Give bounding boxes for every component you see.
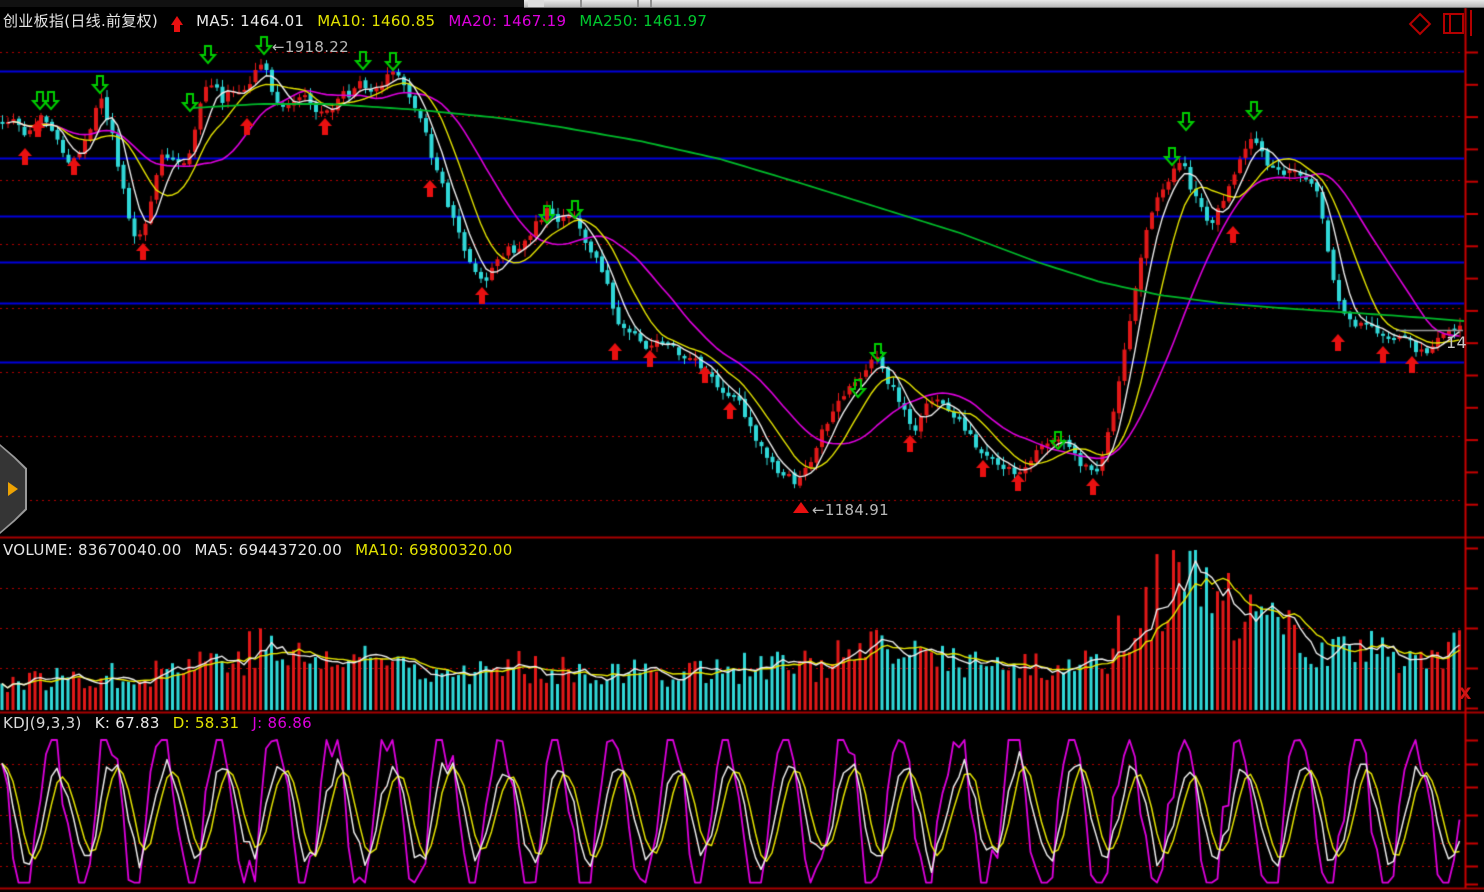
low-price-label: ←1184.91 — [812, 501, 889, 519]
symbol-title: 创业板指(日线.前复权) — [3, 10, 158, 31]
trading-app-window: 创业板指(日线.前复权) MA5: 1464.01 MA10: 1460.85 … — [0, 0, 1484, 892]
top-strip-separator — [580, 0, 582, 7]
ma250-value: MA250: 1461.97 — [579, 12, 707, 30]
kdj-header: KDJ(9,3,3) K: 67.83 D: 58.31 J: 86.86 — [3, 714, 312, 732]
top-strip-separator — [637, 0, 639, 7]
top-strip-light — [524, 0, 1484, 8]
ma20-value: MA20: 1467.19 — [448, 12, 566, 30]
axis-stub — [1470, 10, 1472, 36]
last-price-label: 14 — [1446, 333, 1467, 352]
ma5-value: MA5: 1464.01 — [196, 12, 304, 30]
top-window-strip — [0, 0, 1484, 7]
split-window-icon[interactable] — [1443, 13, 1464, 34]
volume-value: VOLUME: 83670040.00 — [3, 541, 182, 559]
top-strip-separator — [650, 0, 652, 7]
chart-canvas[interactable] — [0, 0, 1484, 892]
kdj-k-value: K: 67.83 — [95, 714, 160, 732]
volume-ma5-value: MA5: 69443720.00 — [195, 541, 343, 559]
volume-ma10-value: MA10: 69800320.00 — [355, 541, 512, 559]
main-chart-header: 创业板指(日线.前复权) MA5: 1464.01 MA10: 1460.85 … — [3, 10, 707, 31]
kdj-name: KDJ(9,3,3) — [3, 714, 82, 732]
high-price-label: ←1918.22 — [272, 38, 349, 56]
top-strip-square — [528, 0, 544, 7]
expand-right-icon — [8, 482, 18, 496]
kdj-j-value: J: 86.86 — [252, 714, 312, 732]
volume-header: VOLUME: 83670040.00 MA5: 69443720.00 MA1… — [3, 541, 513, 559]
ma10-value: MA10: 1460.85 — [317, 12, 435, 30]
close-indicator-icon[interactable]: X — [1459, 684, 1471, 703]
up-arrow-icon — [171, 16, 183, 25]
low-marker-icon — [793, 502, 809, 513]
kdj-d-value: D: 58.31 — [173, 714, 240, 732]
